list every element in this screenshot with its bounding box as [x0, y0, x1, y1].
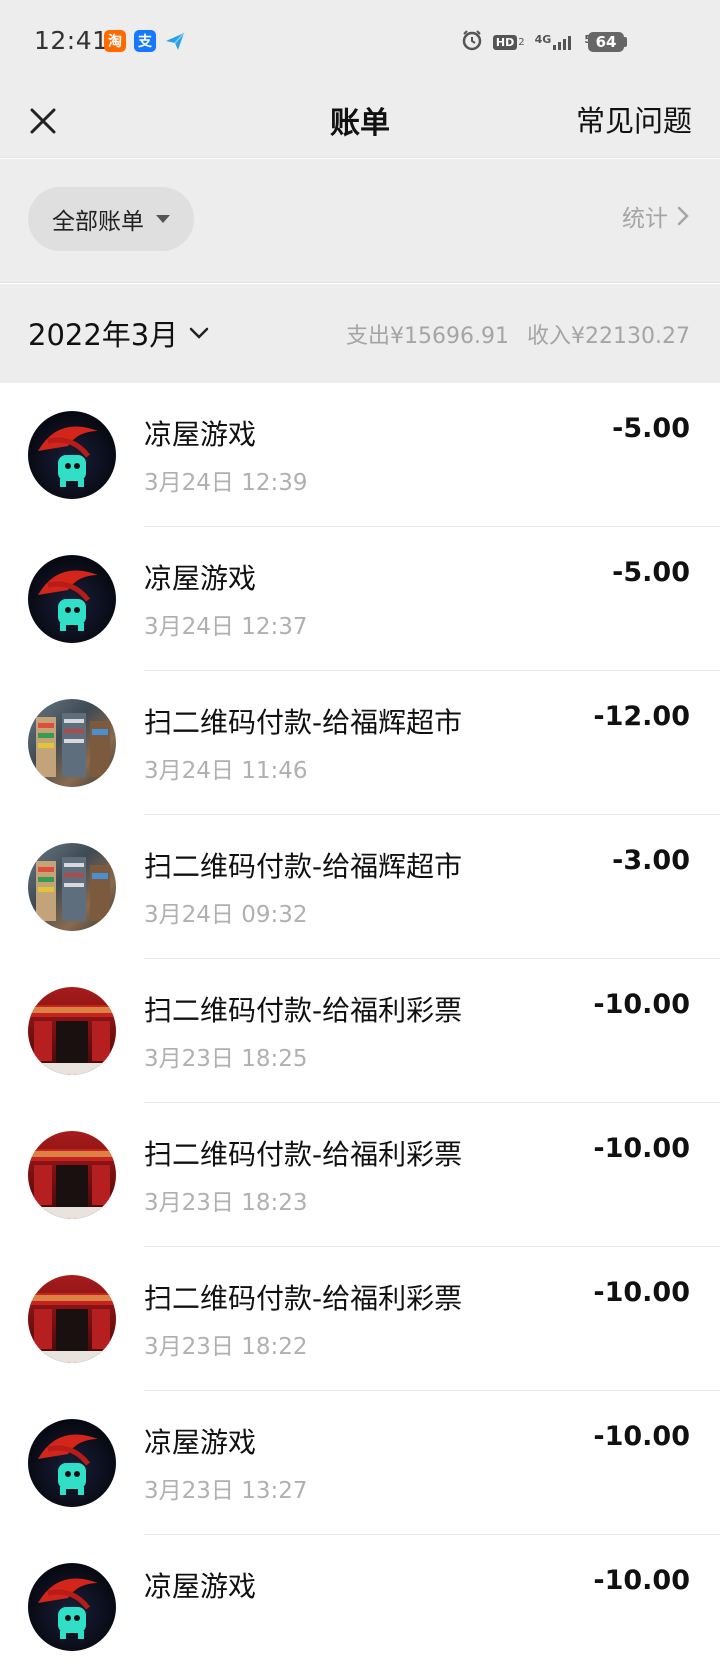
transaction-time: 3月24日 12:39: [144, 470, 308, 496]
lottery-avatar: [28, 987, 116, 1075]
transaction-title: 凉屋游戏: [144, 418, 257, 451]
battery-tip: [624, 37, 627, 47]
transaction-amount: -5.00: [612, 557, 690, 588]
game-avatar: [28, 1563, 116, 1651]
lottery-avatar: [28, 1275, 116, 1363]
month-header: 2022年3月 支出¥15696.91 收入¥22130.27: [0, 284, 720, 383]
transaction-row[interactable]: 扫二维码付款-给福辉超市 3月24日 11:46 -12.00: [0, 671, 720, 815]
transaction-row[interactable]: 凉屋游戏 3月24日 12:37 -5.00: [0, 527, 720, 671]
transaction-amount: -10.00: [593, 1133, 690, 1164]
hd-icon: HD 2: [492, 34, 525, 50]
transaction-time: 3月23日 13:27: [144, 1478, 308, 1504]
transaction-row[interactable]: 扫二维码付款-给福利彩票 3月23日 18:23 -10.00: [0, 1103, 720, 1247]
expense-total: 支出¥15696.91: [346, 324, 510, 349]
transaction-time: 3月24日 11:46: [144, 758, 308, 784]
faq-link[interactable]: 常见问题: [576, 98, 692, 140]
transaction-title: 凉屋游戏: [144, 1570, 257, 1603]
month-label: 2022年3月: [28, 318, 179, 352]
transaction-list: 凉屋游戏 3月24日 12:39 -5.00 凉屋游戏 3月24日 12:37 …: [0, 383, 720, 1679]
transaction-title: 扫二维码付款-给福利彩票: [144, 994, 463, 1027]
transaction-row[interactable]: 扫二维码付款-给福利彩票 3月23日 18:22 -10.00: [0, 1247, 720, 1391]
stats-link[interactable]: 统计: [622, 199, 690, 233]
transaction-title: 扫二维码付款-给福辉超市: [144, 850, 463, 883]
transaction-title: 扫二维码付款-给福利彩票: [144, 1282, 463, 1315]
game-avatar: [28, 555, 116, 643]
status-time: 12:41: [34, 26, 109, 55]
caret-down-icon: [156, 215, 170, 223]
transaction-time: 3月23日 18:25: [144, 1046, 308, 1072]
nav-bar: 账单 常见问题: [0, 84, 720, 158]
transaction-time: 3月24日 09:32: [144, 902, 308, 928]
transaction-time: 3月23日 18:23: [144, 1190, 308, 1216]
paper-plane-icon: [164, 30, 186, 52]
transaction-title: 扫二维码付款-给福辉超市: [144, 706, 463, 739]
transaction-amount: -12.00: [593, 701, 690, 732]
income-total: 收入¥22130.27: [527, 324, 690, 349]
month-selector[interactable]: 2022年3月: [28, 312, 210, 354]
transaction-row[interactable]: 扫二维码付款-给福辉超市 3月24日 09:32 -3.00: [0, 815, 720, 959]
game-avatar: [28, 1419, 116, 1507]
chevron-right-icon: [677, 206, 689, 226]
taobao-icon: 淘: [104, 30, 126, 52]
transaction-amount: -10.00: [593, 1277, 690, 1308]
transaction-title: 凉屋游戏: [144, 1426, 257, 1459]
bill-filter-dropdown[interactable]: 全部账单: [28, 187, 194, 251]
month-summary: 支出¥15696.91 收入¥22130.27: [346, 318, 690, 350]
stats-label: 统计: [622, 206, 668, 232]
signal-4g-icon: 4G: [535, 33, 575, 51]
transaction-amount: -10.00: [593, 1565, 690, 1596]
transaction-time: 3月24日 12:37: [144, 614, 308, 640]
transaction-amount: -5.00: [612, 413, 690, 444]
lottery-avatar: [28, 1131, 116, 1219]
store-avatar: [28, 699, 116, 787]
filter-bar: 全部账单 统计: [0, 159, 720, 283]
transaction-amount: -10.00: [593, 1421, 690, 1452]
transaction-amount: -3.00: [612, 845, 690, 876]
filter-label: 全部账单: [52, 209, 144, 235]
store-avatar: [28, 843, 116, 931]
transaction-time: 3月23日 18:22: [144, 1334, 308, 1360]
alipay-icon: 支: [134, 30, 156, 52]
battery-icon: 64: [588, 32, 624, 52]
transaction-title: 凉屋游戏: [144, 562, 257, 595]
game-avatar: [28, 411, 116, 499]
chevron-down-icon: [190, 327, 209, 339]
status-bar: 12:41 淘 支 HD 2 4G 5G 64: [0, 0, 720, 84]
transaction-title: 扫二维码付款-给福利彩票: [144, 1138, 463, 1171]
transaction-row[interactable]: 凉屋游戏 3月23日 13:27 -10.00: [0, 1391, 720, 1535]
transaction-row[interactable]: 扫二维码付款-给福利彩票 3月23日 18:25 -10.00: [0, 959, 720, 1103]
transaction-row[interactable]: 凉屋游戏 3月24日 12:39 -5.00: [0, 383, 720, 527]
transaction-amount: -10.00: [593, 989, 690, 1020]
transaction-row[interactable]: 凉屋游戏 -10.00: [0, 1535, 720, 1679]
alarm-icon: [461, 29, 483, 55]
